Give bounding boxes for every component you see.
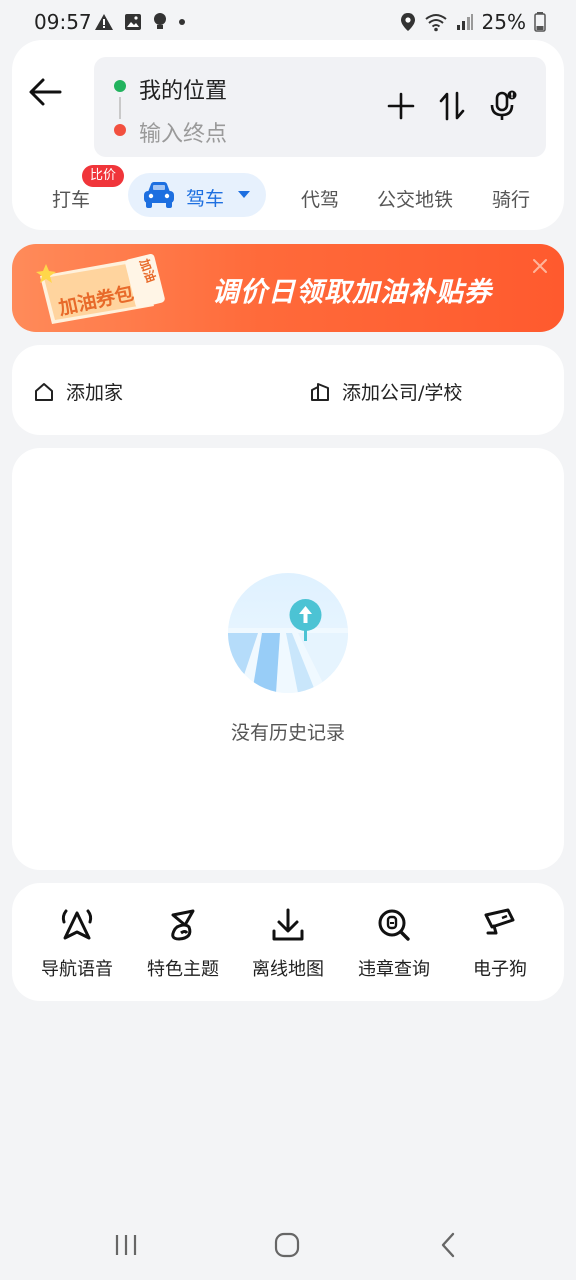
- tab-cycling[interactable]: 骑行: [492, 185, 530, 212]
- offline-map-label: 离线地图: [252, 959, 324, 980]
- add-work-label: 添加公司/学校: [342, 382, 463, 404]
- saved-places-card: 添加家 添加公司/学校: [12, 345, 564, 435]
- promo-banner[interactable]: 加油券包 加油 调价日领取加油补贴券: [12, 244, 564, 332]
- chevron-down-icon: [238, 191, 250, 198]
- destination-input[interactable]: 输入终点: [139, 116, 227, 148]
- theme-label: 特色主题: [147, 959, 219, 980]
- plus-icon: [387, 92, 415, 120]
- battery-percent: 25%: [481, 10, 526, 34]
- location-icon: [400, 13, 415, 31]
- nav-voice-icon: [61, 909, 93, 940]
- swap-icon: [439, 91, 465, 121]
- route-panel: 我的位置 输入终点 打车 比价 驾车 代驾 公交地铁 骑行: [12, 40, 564, 230]
- violation-search-icon: [378, 909, 410, 941]
- recent-apps-button[interactable]: [106, 1228, 146, 1262]
- download-icon: [272, 908, 304, 941]
- home-icon: [35, 382, 53, 401]
- notification-icons: [94, 12, 186, 32]
- tab-drive[interactable]: 驾车: [128, 173, 266, 217]
- close-icon[interactable]: [532, 258, 548, 274]
- origin-field[interactable]: 我的位置: [139, 73, 227, 105]
- bulb-icon: [154, 13, 166, 29]
- destination-dot: [114, 124, 126, 136]
- back-arrow-icon[interactable]: [26, 72, 66, 112]
- offline-map-button[interactable]: 离线地图: [233, 905, 343, 981]
- recents-icon: [115, 1235, 137, 1255]
- route-inputs: 我的位置 输入终点: [94, 57, 546, 157]
- transport-tabs: 打车 比价 驾车 代驾 公交地铁 骑行: [12, 165, 564, 226]
- violation-search-label: 违章查询: [358, 959, 430, 980]
- battery-icon: [534, 12, 546, 32]
- signal-icon: [456, 14, 473, 30]
- empty-road-illustration-icon: [228, 573, 348, 693]
- chevron-left-icon: [441, 1232, 455, 1258]
- status-right: 25%: [400, 10, 546, 34]
- microphone-icon: [490, 90, 517, 120]
- add-waypoint-button[interactable]: [384, 89, 418, 123]
- tab-taxi-label: 打车: [52, 189, 91, 211]
- add-home-button[interactable]: 添加家: [34, 378, 123, 405]
- home-circle-icon: [274, 1232, 300, 1258]
- system-nav-bar: [0, 1210, 576, 1280]
- tab-designated-driver[interactable]: 代驾: [301, 185, 339, 212]
- swap-route-button[interactable]: [435, 89, 469, 123]
- compare-price-badge: 比价: [82, 165, 125, 187]
- dot-icon: [179, 19, 185, 25]
- image-icon: [125, 14, 141, 30]
- speed-camera-button[interactable]: 电子狗: [445, 905, 555, 981]
- empty-history-text: 没有历史记录: [230, 722, 345, 744]
- tab-drive-label: 驾车: [186, 188, 225, 210]
- theme-button[interactable]: 特色主题: [128, 905, 238, 981]
- status-time: 09:57: [34, 10, 92, 34]
- nav-voice-label: 导航语音: [41, 959, 113, 980]
- home-button[interactable]: [267, 1228, 307, 1262]
- wifi-icon: [424, 14, 447, 32]
- building-icon: [311, 382, 329, 401]
- theme-icon: [171, 909, 195, 941]
- warning-icon: [95, 14, 113, 30]
- camera-icon: [484, 908, 515, 935]
- add-home-label: 添加家: [66, 382, 124, 404]
- route-connector: [119, 97, 121, 119]
- speed-camera-label: 电子狗: [473, 959, 527, 980]
- nav-voice-button[interactable]: 导航语音: [22, 905, 132, 981]
- history-card: 没有历史记录: [12, 448, 564, 870]
- origin-dot: [114, 80, 126, 92]
- add-work-button[interactable]: 添加公司/学校: [310, 378, 462, 405]
- voice-input-button[interactable]: [486, 89, 520, 123]
- violation-search-button[interactable]: 违章查询: [339, 905, 449, 981]
- banner-text: 调价日领取加油补贴券: [212, 277, 492, 308]
- tools-card: 导航语音 特色主题 离线地图 违章查询 电子狗: [12, 883, 564, 1001]
- car-icon: [144, 182, 174, 208]
- system-back-button[interactable]: [428, 1228, 468, 1262]
- tab-transit[interactable]: 公交地铁: [377, 185, 453, 212]
